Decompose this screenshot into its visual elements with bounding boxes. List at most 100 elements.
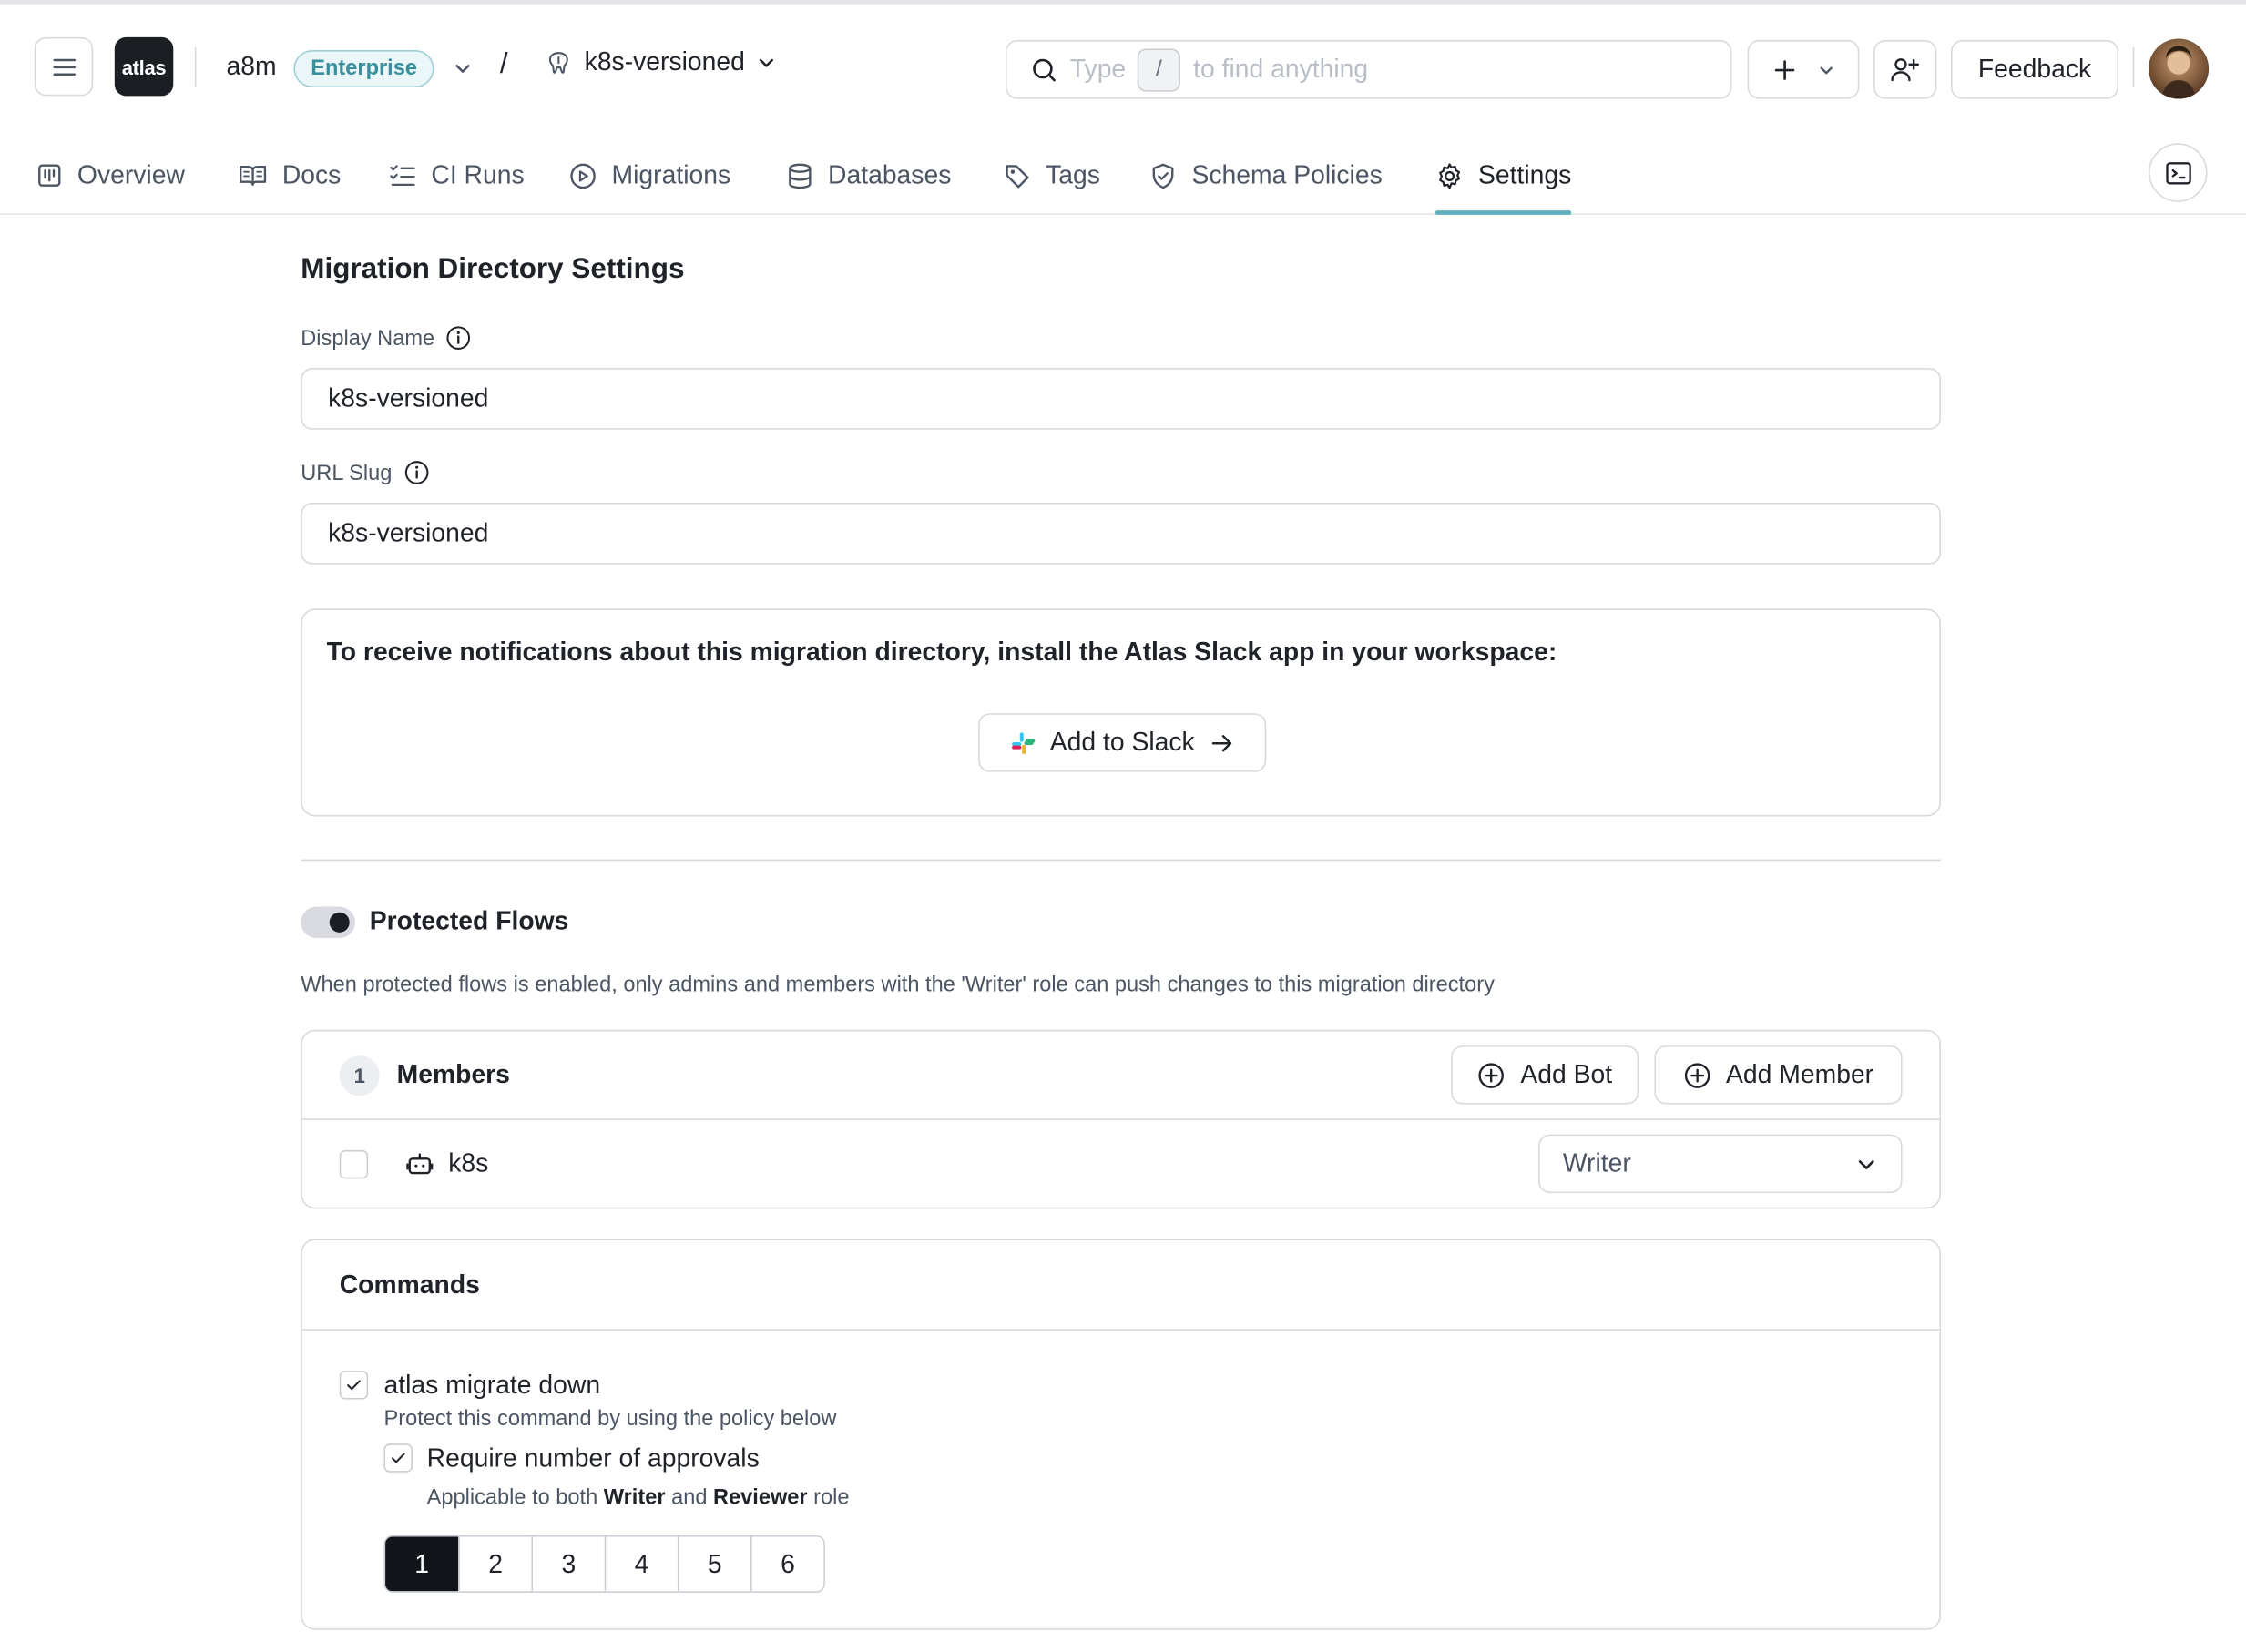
desc-text: and	[665, 1484, 714, 1510]
info-icon[interactable]	[403, 460, 429, 485]
shield-check-icon	[1152, 162, 1174, 189]
tab-schema-policies[interactable]: Schema Policies	[1149, 138, 1383, 213]
checkmark-icon	[347, 1380, 361, 1391]
command-checkbox[interactable]	[339, 1371, 369, 1400]
plus-circle-icon	[1479, 1062, 1505, 1088]
tab-docs[interactable]: Docs	[238, 138, 341, 213]
tab-label: Settings	[1478, 160, 1572, 189]
approvals-option-5[interactable]: 5	[677, 1536, 751, 1592]
approvals-option-1[interactable]: 1	[385, 1536, 459, 1592]
member-role-value: Writer	[1562, 1148, 1631, 1178]
arrow-right-icon	[1211, 734, 1232, 751]
project-tabs: Overview Docs CI Runs Migrations Databas…	[0, 138, 2246, 215]
database-icon	[789, 162, 812, 189]
approvals-option-6[interactable]: 6	[750, 1536, 824, 1592]
tag-icon	[1006, 164, 1029, 188]
search-input[interactable]: Type / to find anything	[1006, 40, 1732, 99]
approvals-option-4[interactable]: 4	[604, 1536, 678, 1592]
header-divider	[194, 46, 197, 87]
display-name-field[interactable]	[301, 368, 1942, 430]
avatar-image	[2149, 38, 2210, 99]
tab-label: Migrations	[611, 160, 731, 189]
commands-card: Commands atlas migrate down Protect this…	[301, 1239, 1942, 1630]
tab-migrations[interactable]: Migrations	[568, 138, 730, 213]
chevron-down-icon	[1858, 1159, 1874, 1169]
approvals-option-3[interactable]: 3	[531, 1536, 605, 1592]
url-slug-label-text: URL Slug	[301, 460, 393, 485]
protected-flows-toggle[interactable]	[301, 906, 356, 939]
url-slug-field[interactable]	[301, 503, 1942, 565]
project-switcher[interactable]: k8s-versioned	[545, 47, 777, 77]
terminal-icon	[2165, 161, 2191, 184]
desc-text: role	[807, 1484, 850, 1510]
toggle-knob	[329, 912, 350, 933]
tab-tags[interactable]: Tags	[1003, 138, 1100, 213]
tab-label: Databases	[828, 160, 952, 189]
plus-icon	[1774, 59, 1795, 80]
breadcrumb-separator: /	[499, 48, 508, 81]
url-slug-label: URL Slug	[301, 460, 429, 485]
slack-message: To receive notifications about this migr…	[326, 637, 1557, 667]
approvals-count-selector: 1 2 3 4 5 6	[383, 1535, 825, 1593]
chevron-down-icon	[455, 65, 470, 73]
add-bot-button[interactable]: Add Bot	[1451, 1045, 1639, 1105]
search-placeholder-prefix: Type	[1069, 54, 1127, 84]
gear-icon	[1439, 162, 1461, 189]
user-plus-icon	[1891, 57, 1920, 81]
list-check-icon	[390, 165, 415, 187]
add-to-slack-button[interactable]: Add to Slack	[978, 713, 1267, 772]
top-header: atlas a8m Enterprise / k8s-versioned Typ…	[0, 5, 2246, 130]
members-card: 1 Members Add Bot Add Member k8s Writer	[301, 1029, 1942, 1209]
protected-flows-description: When protected flows is enabled, only ad…	[301, 972, 1495, 997]
tab-label: CI Runs	[431, 160, 525, 189]
chevron-down-icon	[759, 58, 774, 66]
book-icon	[240, 166, 267, 187]
info-icon[interactable]	[446, 325, 472, 351]
hamburger-menu-button[interactable]	[34, 36, 94, 97]
chevron-down-icon	[1820, 66, 1833, 74]
plan-badge: Enterprise	[293, 50, 434, 87]
invite-user-button[interactable]	[1873, 40, 1937, 99]
org-name[interactable]: a8m	[226, 52, 276, 82]
commands-header: Commands	[301, 1240, 1940, 1331]
tab-label: Docs	[281, 160, 342, 189]
play-circle-icon	[570, 162, 596, 189]
header-divider	[2132, 46, 2135, 87]
command-name: atlas migrate down	[383, 1371, 601, 1400]
slack-icon	[1012, 731, 1036, 754]
writer-role: Writer	[603, 1484, 666, 1510]
tab-label: Schema Policies	[1191, 160, 1383, 189]
create-new-button[interactable]	[1747, 40, 1860, 99]
member-role-select[interactable]: Writer	[1538, 1134, 1903, 1194]
section-divider	[301, 859, 1942, 862]
overview-icon	[38, 164, 61, 187]
commands-title: Commands	[339, 1270, 480, 1300]
tab-overview[interactable]: Overview	[36, 138, 185, 213]
add-bot-label: Add Bot	[1520, 1059, 1613, 1089]
user-avatar[interactable]	[2149, 38, 2210, 99]
approvals-option-2[interactable]: 2	[458, 1536, 532, 1592]
tab-databases[interactable]: Databases	[786, 138, 951, 213]
add-member-button[interactable]: Add Member	[1654, 1045, 1903, 1105]
search-shortcut-key: /	[1137, 47, 1180, 91]
members-title: Members	[396, 1059, 510, 1089]
atlas-logo[interactable]: atlas	[114, 36, 174, 97]
require-approvals-checkbox[interactable]	[383, 1443, 413, 1473]
member-row: k8s Writer	[302, 1120, 1940, 1209]
tab-label: Tags	[1046, 160, 1100, 189]
slack-integration-card: To receive notifications about this migr…	[301, 608, 1942, 817]
checkmark-icon	[391, 1453, 405, 1463]
members-count-badge: 1	[339, 1055, 380, 1096]
display-name-label: Display Name	[301, 325, 472, 351]
project-name: k8s-versioned	[584, 46, 745, 76]
member-select-checkbox[interactable]	[339, 1149, 369, 1179]
hamburger-icon	[52, 58, 76, 76]
terminal-button[interactable]	[2149, 143, 2208, 202]
display-name-label-text: Display Name	[301, 325, 435, 351]
feedback-button[interactable]: Feedback	[1951, 40, 2119, 99]
postgres-elephant-icon	[548, 51, 568, 73]
tab-settings[interactable]: Settings	[1434, 138, 1572, 215]
tab-ci-runs[interactable]: CI Runs	[388, 138, 525, 213]
member-name: k8s	[448, 1148, 489, 1178]
org-switcher-chevron[interactable]	[453, 58, 473, 78]
